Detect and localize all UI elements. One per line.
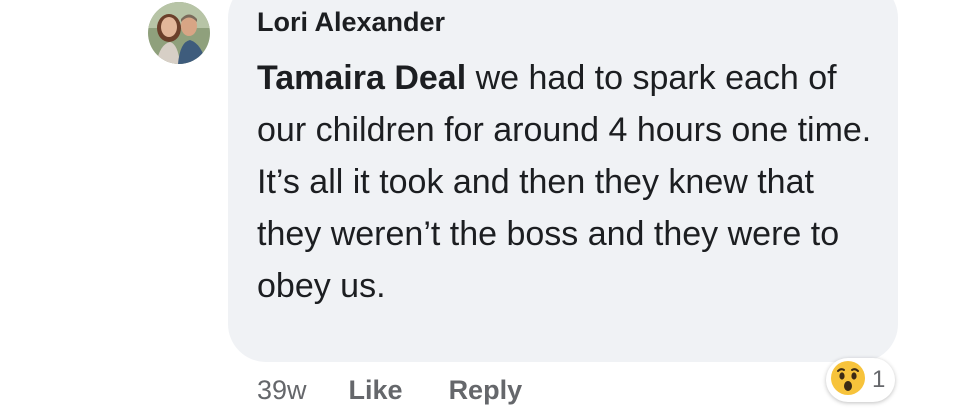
wow-emoji-icon [830,360,866,401]
mentioned-user[interactable]: Tamaira Deal [257,59,466,97]
avatar[interactable] [148,2,210,64]
reply-button[interactable]: Reply [449,375,523,406]
reaction-count: 1 [872,366,886,393]
comment-author-name[interactable]: Lori Alexander [257,7,445,38]
comment-actions: 39w Like Reply [257,375,522,406]
comment-text: Tamaira Deal we had to spark each of our… [257,52,877,312]
reaction-summary[interactable]: 1 [826,358,896,402]
like-button[interactable]: Like [349,375,403,406]
comment-timestamp[interactable]: 39w [257,375,307,406]
